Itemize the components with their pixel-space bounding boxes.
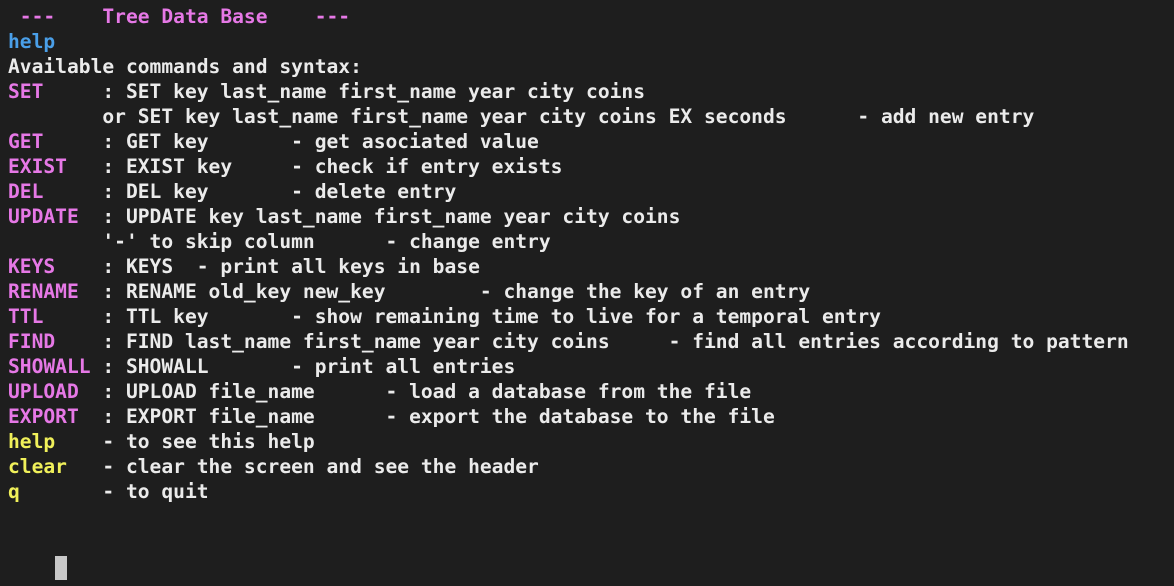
command-row: clear - clear the screen and see the hea…: [8, 454, 1174, 479]
command-name: SET: [8, 80, 103, 103]
command-row: TTL : TTL key - show remaining time to l…: [8, 304, 1174, 329]
command-row: EXIST : EXIST key - check if entry exist…: [8, 154, 1174, 179]
header-banner: --- Tree Data Base ---: [8, 5, 351, 28]
command-description: : UPDATE key last_name first_name year c…: [102, 205, 681, 228]
command-name: help: [8, 430, 103, 453]
command-description: : FIND last_name first_name year city co…: [102, 330, 1129, 353]
command-name: EXIST: [8, 155, 103, 178]
command-row: '-' to skip column - change entry: [8, 229, 1174, 254]
command-description: : RENAME old_key new_key - change the ke…: [102, 280, 811, 303]
command-description: - clear the screen and see the header: [102, 455, 539, 478]
command-description: or SET key last_name first_name year cit…: [102, 105, 1035, 128]
command-name: q: [8, 480, 103, 503]
command-row: help - to see this help: [8, 429, 1174, 454]
text-cursor[interactable]: [55, 555, 68, 580]
command-row: GET : GET key - get asociated value: [8, 129, 1174, 154]
command-description: : KEYS - print all keys in base: [102, 255, 480, 278]
command-row: FIND : FIND last_name first_name year ci…: [8, 329, 1174, 354]
command-description: : EXIST key - check if entry exists: [102, 155, 563, 178]
command-name: GET: [8, 130, 103, 153]
command-name: RENAME: [8, 280, 103, 303]
command-row: UPLOAD : UPLOAD file_name - load a datab…: [8, 379, 1174, 404]
command-description: : TTL key - show remaining time to live …: [102, 305, 881, 328]
command-name: EXPORT: [8, 405, 103, 428]
command-description: : SHOWALL - print all entries: [102, 355, 516, 378]
terminal-window[interactable]: --- Tree Data Base --- help Available co…: [0, 0, 1174, 586]
command-name: clear: [8, 455, 103, 478]
typed-command: help: [8, 30, 56, 53]
command-description: '-' to skip column - change entry: [102, 230, 551, 253]
command-list: SET : SET key last_name first_name year …: [8, 79, 1174, 504]
command-name: KEYS: [8, 255, 103, 278]
command-name: TTL: [8, 305, 103, 328]
command-description: - to quit: [102, 480, 209, 503]
command-row: or SET key last_name first_name year cit…: [8, 104, 1174, 129]
command-name: DEL: [8, 180, 103, 203]
command-row: SHOWALL : SHOWALL - print all entries: [8, 354, 1174, 379]
command-name: [8, 230, 102, 253]
command-description: : EXPORT file_name - export the database…: [102, 405, 775, 428]
command-row: DEL : DEL key - delete entry: [8, 179, 1174, 204]
command-description: : UPLOAD file_name - load a database fro…: [102, 380, 752, 403]
prompt-line[interactable]: [8, 529, 1174, 580]
command-row: SET : SET key last_name first_name year …: [8, 79, 1174, 104]
command-row: EXPORT : EXPORT file_name - export the d…: [8, 404, 1174, 429]
command-description: : SET key last_name first_name year city…: [102, 80, 646, 103]
command-name: SHOWALL: [8, 355, 103, 378]
command-description: - to see this help: [102, 430, 315, 453]
command-description: : DEL key - delete entry: [102, 180, 457, 203]
command-name: UPLOAD: [8, 380, 103, 403]
command-row: UPDATE : UPDATE key last_name first_name…: [8, 204, 1174, 229]
command-description: : GET key - get asociated value: [102, 130, 539, 153]
command-row: q - to quit: [8, 479, 1174, 504]
command-row: KEYS : KEYS - print all keys in base: [8, 254, 1174, 279]
help-intro: Available commands and syntax:: [8, 55, 362, 78]
command-name: FIND: [8, 330, 103, 353]
command-name: UPDATE: [8, 205, 103, 228]
command-row: RENAME : RENAME old_key new_key - change…: [8, 279, 1174, 304]
command-name: [8, 105, 102, 128]
